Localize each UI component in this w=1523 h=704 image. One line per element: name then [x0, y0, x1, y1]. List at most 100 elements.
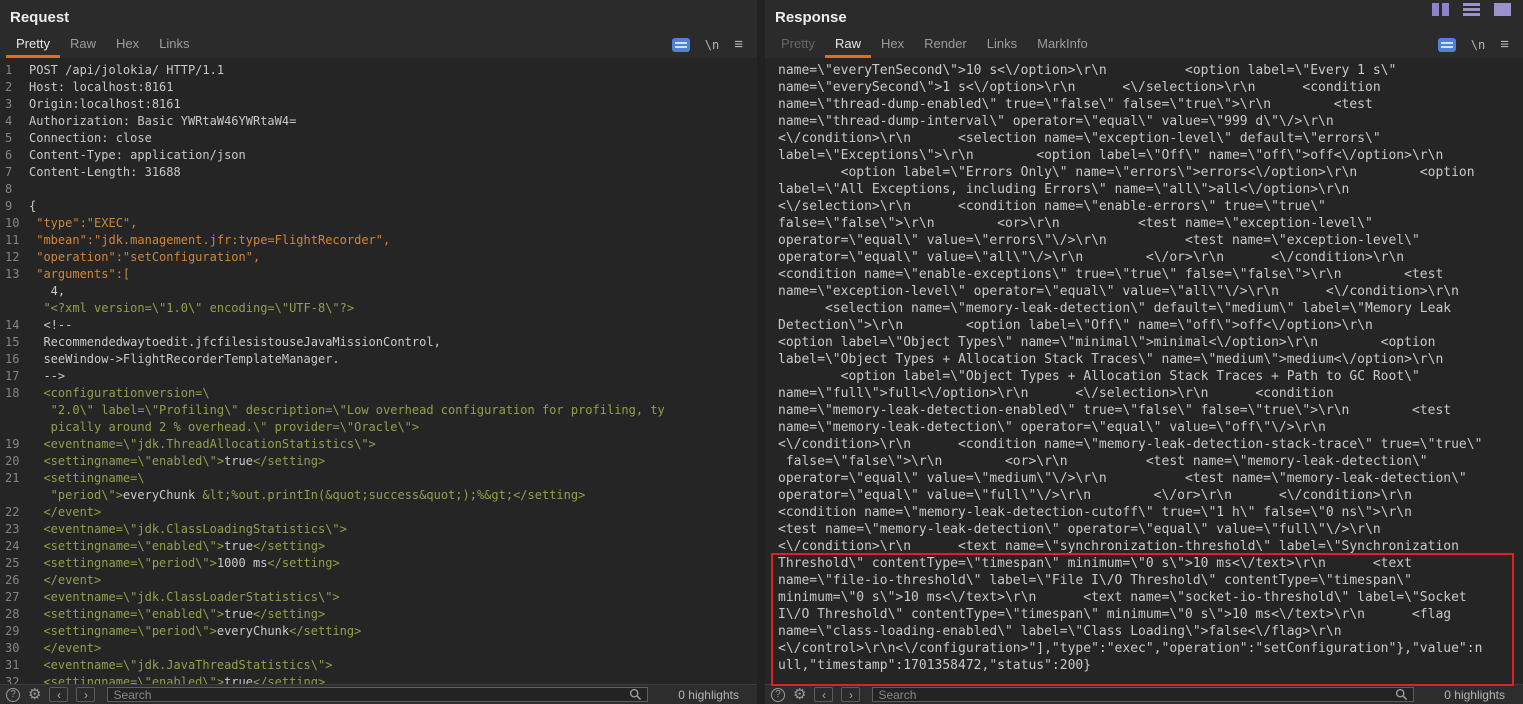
response-code-line: name=\"memory-leak-detection-enabled\" t… — [778, 402, 1523, 419]
response-code-line: name=\"everyTenSecond\">10 s<\/option>\r… — [778, 62, 1523, 79]
request-code-line: 20 <settingname=\"enabled\">true</settin… — [0, 453, 757, 470]
response-panel: Response PrettyRawHexRenderLinksMarkInfo… — [765, 0, 1523, 704]
tab-markinfo[interactable]: MarkInfo — [1027, 32, 1098, 58]
request-code-line: 14 <!-- — [0, 317, 757, 334]
help-icon[interactable]: ? — [6, 688, 20, 702]
response-code-line: <test name=\"memory-leak-detection\" ope… — [778, 521, 1523, 538]
request-code-line: 21 <settingname=\ — [0, 470, 757, 487]
response-search-input[interactable] — [878, 688, 1395, 702]
request-code-line: 11 "mbean":"jdk.management.jfr:type=Flig… — [0, 232, 757, 249]
newline-toggle[interactable]: \n — [1471, 38, 1485, 52]
response-code-line: <option label=\"Object Types\" name=\"mi… — [778, 334, 1523, 351]
editor-menu-icon[interactable]: ≡ — [734, 37, 743, 52]
response-code-line: <\/control>\r\n<\/configuration>"],"type… — [778, 640, 1523, 657]
request-code-line: 15 Recommendedwaytoedit.jfcfilesistouseJ… — [0, 334, 757, 351]
pretty-print-icon[interactable] — [1438, 38, 1456, 52]
panel-divider[interactable] — [757, 0, 765, 704]
response-code-line: ull,"timestamp":1701358472,"status":200} — [778, 657, 1523, 674]
tab-render[interactable]: Render — [914, 32, 977, 58]
request-code-line: 12 "operation":"setConfiguration", — [0, 249, 757, 266]
request-code-line: 29 <settingname=\"period\">everyChunk</s… — [0, 623, 757, 640]
request-code-line: 4, — [0, 283, 757, 300]
request-code-line: "<?xml version=\"1.0\" encoding=\"UTF-8\… — [0, 300, 757, 317]
request-code-line: 22 </event> — [0, 504, 757, 521]
request-code-line: 5Connection: close — [0, 130, 757, 147]
request-code-line: 26 </event> — [0, 572, 757, 589]
request-tabs: PrettyRawHexLinks — [6, 32, 199, 58]
columns-layout-icon[interactable] — [1432, 3, 1449, 16]
response-code-line: <condition name=\"enable-exceptions\" tr… — [778, 266, 1523, 283]
response-code-line: operator=\"equal\" value=\"all\"\/>\r\n … — [778, 249, 1523, 266]
request-code-line: 17 --> — [0, 368, 757, 385]
response-code-line: label=\"Object Types + Allocation Stack … — [778, 351, 1523, 368]
response-code-line: label=\"All Exceptions, including Errors… — [778, 181, 1523, 198]
highlights-count: 0 highlights — [1444, 688, 1505, 702]
gear-icon[interactable]: ⚙ — [793, 687, 806, 702]
response-code-line: name=\"class-loading-enabled\" label=\"C… — [778, 623, 1523, 640]
request-code-line: 28 <settingname=\"enabled\">true</settin… — [0, 606, 757, 623]
response-search-bar: ? ⚙ ‹ › 0 highlights — [765, 684, 1523, 704]
prev-match-button[interactable]: ‹ — [49, 687, 68, 702]
request-code-line: 18 <configurationversion=\ — [0, 385, 757, 402]
response-tabbar: PrettyRawHexRenderLinksMarkInfo \n ≡ — [765, 32, 1523, 58]
request-code-line: 2Host: localhost:8161 — [0, 79, 757, 96]
response-code-line: <\/condition>\r\n <condition name=\"memo… — [778, 436, 1523, 453]
request-tabbar: PrettyRawHexLinks \n ≡ — [0, 32, 757, 58]
next-match-button[interactable]: › — [841, 687, 860, 702]
response-code-line: <condition name=\"memory-leak-detection-… — [778, 504, 1523, 521]
editor-menu-icon[interactable]: ≡ — [1500, 37, 1509, 52]
response-code-line: Threshold\" contentType=\"timespan\" min… — [778, 555, 1523, 572]
request-code-line: 8 — [0, 181, 757, 198]
tab-hex[interactable]: Hex — [871, 32, 914, 58]
request-code: 1POST /api/jolokia/ HTTP/1.12Host: local… — [0, 62, 757, 684]
response-code-line: <\/condition>\r\n <selection name=\"exce… — [778, 130, 1523, 147]
response-code-line: <option label=\"Object Types + Allocatio… — [778, 368, 1523, 385]
pretty-print-icon[interactable] — [672, 38, 690, 52]
response-code-line: false=\"false\">\r\n <or>\r\n <test name… — [778, 453, 1523, 470]
newline-toggle[interactable]: \n — [705, 38, 719, 52]
response-code-line: label=\"Exceptions\">\r\n <option label=… — [778, 147, 1523, 164]
request-editor-tools: \n ≡ — [672, 37, 743, 58]
request-code-line: 3Origin:localhost:8161 — [0, 96, 757, 113]
request-code-line: 10 "type":"EXEC", — [0, 215, 757, 232]
tab-links[interactable]: Links — [149, 32, 199, 58]
request-code-line: pically around 2 % overhead.\" provider=… — [0, 419, 757, 436]
rows-layout-icon[interactable] — [1463, 3, 1480, 16]
prev-match-button[interactable]: ‹ — [814, 687, 833, 702]
response-code-line: false=\"false\">\r\n <or>\r\n <test name… — [778, 215, 1523, 232]
response-code-line: name=\"file-io-threshold\" label=\"File … — [778, 572, 1523, 589]
response-title: Response — [775, 9, 847, 26]
single-layout-icon[interactable] — [1494, 3, 1511, 16]
request-search-input[interactable] — [113, 688, 629, 702]
response-code-line: name=\"exception-level\" operator=\"equa… — [778, 283, 1523, 300]
response-header: Response — [765, 0, 1523, 32]
response-editor[interactable]: name=\"everyTenSecond\">10 s<\/option>\r… — [765, 58, 1523, 684]
request-search-bar: ? ⚙ ‹ › 0 highlights — [0, 684, 757, 704]
response-code-line: <option label=\"Errors Only\" name=\"err… — [778, 164, 1523, 181]
response-code-line: <\/condition>\r\n <text name=\"synchroni… — [778, 538, 1523, 555]
request-code-line: 23 <eventname=\"jdk.ClassLoadingStatisti… — [0, 521, 757, 538]
response-code-line: operator=\"equal\" value=\"medium\"\/>\r… — [778, 470, 1523, 487]
response-code-line: operator=\"equal\" value=\"errors\"\/>\r… — [778, 232, 1523, 249]
tab-pretty[interactable]: Pretty — [6, 32, 60, 58]
request-code-line: "2.0\" label=\"Profiling\" description=\… — [0, 402, 757, 419]
tab-links[interactable]: Links — [977, 32, 1027, 58]
next-match-button[interactable]: › — [76, 687, 95, 702]
gear-icon[interactable]: ⚙ — [28, 687, 41, 702]
request-code-line: 4Authorization: Basic YWRtaW46YWRtaW4= — [0, 113, 757, 130]
request-code-line: 27 <eventname=\"jdk.ClassLoaderStatistic… — [0, 589, 757, 606]
search-icon — [1395, 688, 1408, 701]
response-tabs: PrettyRawHexRenderLinksMarkInfo — [771, 32, 1098, 58]
tab-pretty[interactable]: Pretty — [771, 32, 825, 58]
tab-raw[interactable]: Raw — [825, 32, 871, 58]
request-code-line: 19 <eventname=\"jdk.ThreadAllocationStat… — [0, 436, 757, 453]
response-code-line: name=\"full\">full<\/option>\r\n <\/sele… — [778, 385, 1523, 402]
request-code-line: 25 <settingname=\"period\">1000 ms</sett… — [0, 555, 757, 572]
tab-hex[interactable]: Hex — [106, 32, 149, 58]
request-code-line: "period\">everyChunk &lt;%out.printIn(&q… — [0, 487, 757, 504]
tab-raw[interactable]: Raw — [60, 32, 106, 58]
request-editor[interactable]: 1POST /api/jolokia/ HTTP/1.12Host: local… — [0, 58, 757, 684]
request-code-line: 1POST /api/jolokia/ HTTP/1.1 — [0, 62, 757, 79]
request-code-line: 13 "arguments":[ — [0, 266, 757, 283]
help-icon[interactable]: ? — [771, 688, 785, 702]
